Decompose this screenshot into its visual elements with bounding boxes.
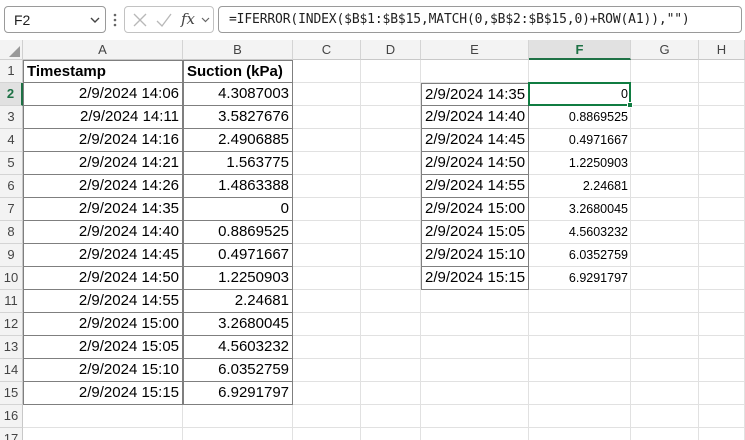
cell-b11[interactable]: 2.24681 xyxy=(183,290,293,313)
row-header-14[interactable]: 14 xyxy=(0,359,23,382)
cell-e6[interactable]: 2/9/2024 14:55 xyxy=(421,175,529,198)
cell-a10[interactable]: 2/9/2024 14:50 xyxy=(23,267,183,290)
cell-b5[interactable]: 1.563775 xyxy=(183,152,293,175)
cell-f9[interactable]: 6.0352759 xyxy=(529,244,631,267)
gridline xyxy=(23,427,745,428)
row-header-8[interactable]: 8 xyxy=(0,221,23,244)
chevron-down-icon[interactable] xyxy=(90,16,100,24)
select-all-button[interactable] xyxy=(0,40,23,60)
name-box[interactable]: F2 xyxy=(4,6,106,33)
cell-a12[interactable]: 2/9/2024 15:00 xyxy=(23,313,183,336)
cell-f3[interactable]: 0.8869525 xyxy=(529,106,631,129)
row-header-6[interactable]: 6 xyxy=(0,175,23,198)
cell-f5[interactable]: 1.2250903 xyxy=(529,152,631,175)
cell-f4[interactable]: 0.4971667 xyxy=(529,129,631,152)
column-header-a[interactable]: A xyxy=(23,40,183,60)
row-header-3[interactable]: 3 xyxy=(0,106,23,129)
gridline xyxy=(698,60,699,440)
cell-b4[interactable]: 2.4906885 xyxy=(183,129,293,152)
row-header-10[interactable]: 10 xyxy=(0,267,23,290)
cell-a14[interactable]: 2/9/2024 15:10 xyxy=(23,359,183,382)
cell-f8[interactable]: 4.5603232 xyxy=(529,221,631,244)
column-header-f[interactable]: F xyxy=(529,40,631,60)
cell-b15[interactable]: 6.9291797 xyxy=(183,382,293,405)
column-header-g[interactable]: G xyxy=(631,40,699,60)
formula-buttons: fx xyxy=(124,6,214,33)
row-header-16[interactable]: 16 xyxy=(0,405,23,428)
cell-e3[interactable]: 2/9/2024 14:40 xyxy=(421,106,529,129)
row-header-4[interactable]: 4 xyxy=(0,129,23,152)
spreadsheet-grid: A B C D E F G H 1 2 3 4 5 6 7 8 9 10 11 12 13 14 15 16 17 Timesta… xyxy=(0,40,745,440)
cell-a9[interactable]: 2/9/2024 14:45 xyxy=(23,244,183,267)
row-header-1[interactable]: 1 xyxy=(0,60,23,83)
gridline xyxy=(360,60,361,440)
cell-a5[interactable]: 2/9/2024 14:21 xyxy=(23,152,183,175)
cell-a2[interactable]: 2/9/2024 14:06 xyxy=(23,83,183,106)
cell-b6[interactable]: 1.4863388 xyxy=(183,175,293,198)
row-header-11[interactable]: 11 xyxy=(0,290,23,313)
formula-input[interactable]: =IFERROR(INDEX($B$1:$B$15,MATCH(0,$B$2:$… xyxy=(218,6,742,33)
cell-b13[interactable]: 4.5603232 xyxy=(183,336,293,359)
row-header-2[interactable]: 2 xyxy=(0,83,23,106)
column-header-c[interactable]: C xyxy=(293,40,361,60)
enter-check-icon[interactable] xyxy=(155,12,173,28)
more-options-icon[interactable] xyxy=(113,12,117,28)
cell-b3[interactable]: 3.5827676 xyxy=(183,106,293,129)
row-header-7[interactable]: 7 xyxy=(0,198,23,221)
cell-e9[interactable]: 2/9/2024 15:10 xyxy=(421,244,529,267)
cell-e2[interactable]: 2/9/2024 14:35 xyxy=(421,83,529,106)
row-header-12[interactable]: 12 xyxy=(0,313,23,336)
cell-f10[interactable]: 6.9291797 xyxy=(529,267,631,290)
cancel-icon[interactable] xyxy=(132,12,148,28)
insert-function-icon[interactable]: fx xyxy=(181,10,195,28)
cell-a8[interactable]: 2/9/2024 14:40 xyxy=(23,221,183,244)
cell-a1[interactable]: Timestamp xyxy=(23,60,183,83)
cell-a4[interactable]: 2/9/2024 14:16 xyxy=(23,129,183,152)
cell-a13[interactable]: 2/9/2024 15:05 xyxy=(23,336,183,359)
name-box-value: F2 xyxy=(14,12,31,28)
cell-e5[interactable]: 2/9/2024 14:50 xyxy=(421,152,529,175)
cell-a6[interactable]: 2/9/2024 14:26 xyxy=(23,175,183,198)
cell-b1[interactable]: Suction (kPa) xyxy=(183,60,293,83)
cell-b2[interactable]: 4.3087003 xyxy=(183,83,293,106)
row-header-9[interactable]: 9 xyxy=(0,244,23,267)
row-header-17[interactable]: 17 xyxy=(0,428,23,440)
cell-a3[interactable]: 2/9/2024 14:11 xyxy=(23,106,183,129)
row-header-5[interactable]: 5 xyxy=(0,152,23,175)
cell-b7[interactable]: 0 xyxy=(183,198,293,221)
cell-e7[interactable]: 2/9/2024 15:00 xyxy=(421,198,529,221)
select-all-icon xyxy=(9,46,20,57)
cell-e8[interactable]: 2/9/2024 15:05 xyxy=(421,221,529,244)
cell-b12[interactable]: 3.2680045 xyxy=(183,313,293,336)
column-header-e[interactable]: E xyxy=(421,40,529,60)
column-header-h[interactable]: H xyxy=(699,40,745,60)
formula-text: =IFERROR(INDEX($B$1:$B$15,MATCH(0,$B$2:$… xyxy=(229,12,690,27)
row-header-15[interactable]: 15 xyxy=(0,382,23,405)
cell-b9[interactable]: 0.4971667 xyxy=(183,244,293,267)
cell-f7[interactable]: 3.2680045 xyxy=(529,198,631,221)
chevron-down-icon[interactable] xyxy=(201,16,210,23)
cell-b10[interactable]: 1.2250903 xyxy=(183,267,293,290)
cell-f2[interactable]: 0 xyxy=(529,83,631,106)
cell-e10[interactable]: 2/9/2024 15:15 xyxy=(421,267,529,290)
cell-e4[interactable]: 2/9/2024 14:45 xyxy=(421,129,529,152)
formula-bar: F2 fx =IFERROR(INDEX($B$1:$B$15,MATCH(0,… xyxy=(0,0,745,40)
column-header-b[interactable]: B xyxy=(183,40,293,60)
cell-a7[interactable]: 2/9/2024 14:35 xyxy=(23,198,183,221)
cell-a11[interactable]: 2/9/2024 14:55 xyxy=(23,290,183,313)
cell-f6[interactable]: 2.24681 xyxy=(529,175,631,198)
cell-b14[interactable]: 6.0352759 xyxy=(183,359,293,382)
cell-a15[interactable]: 2/9/2024 15:15 xyxy=(23,382,183,405)
row-header-13[interactable]: 13 xyxy=(0,336,23,359)
column-header-d[interactable]: D xyxy=(361,40,421,60)
cell-b8[interactable]: 0.8869525 xyxy=(183,221,293,244)
